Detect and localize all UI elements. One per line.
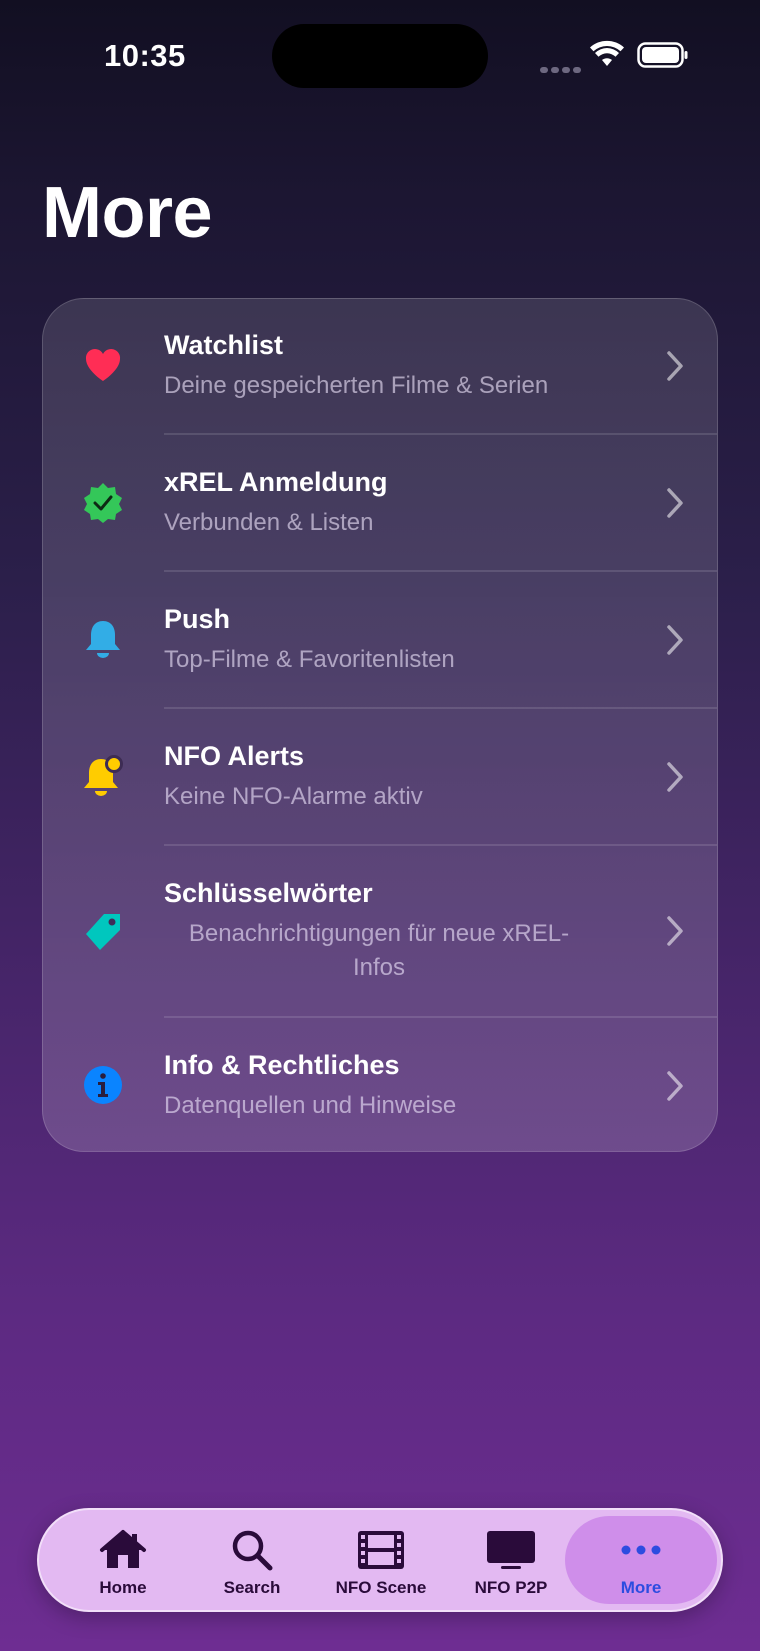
heart-icon (81, 343, 125, 387)
menu-item-title: NFO Alerts (164, 741, 305, 771)
menu-item-title: xREL Anmeldung (164, 467, 388, 497)
menu-item-title: Info & Rechtliches (164, 1050, 400, 1080)
tab-label: Search (223, 1578, 281, 1597)
menu-item-title: Watchlist (164, 330, 284, 360)
status-time: 10:35 (104, 38, 186, 73)
menu-item-subtitle: Verbunden & Listen (164, 509, 374, 536)
menu-item-title: Schlüsselwörter (164, 878, 373, 908)
menu-item-subtitle: Deine gespeicherten Filme & Serien (164, 372, 549, 399)
info-circle-icon (81, 1063, 125, 1107)
menu-item-watchlist[interactable]: Watchlist Deine gespeicherten Filme & Se… (43, 299, 717, 433)
menu-item-subtitle: Datenquellen und Hinweise (164, 1092, 457, 1119)
bell-badge-icon (81, 754, 125, 798)
checkmark-seal-icon (81, 481, 125, 525)
status-bar: 10:35 (0, 0, 760, 110)
tag-icon (81, 909, 125, 953)
menu-item-push[interactable]: Push Top-Filme & Favoritenlisten (43, 572, 717, 707)
house-icon (58, 1528, 188, 1572)
menu-item-subtitle: Top-Filme & Favoritenlisten (164, 646, 455, 673)
menu-item-info-legal[interactable]: Info & Rechtliches Datenquellen und Hinw… (43, 1018, 717, 1151)
chevron-right-icon (667, 625, 683, 655)
chevron-right-icon (667, 488, 683, 518)
tab-home[interactable]: Home (58, 1510, 188, 1610)
chevron-right-icon (667, 351, 683, 381)
menu-card: Watchlist Deine gespeicherten Filme & Se… (42, 298, 718, 1152)
chevron-right-icon (667, 762, 683, 792)
dynamic-island (272, 24, 488, 88)
tab-label: More (620, 1578, 662, 1597)
tab-label: NFO P2P (474, 1578, 548, 1597)
film-icon (316, 1528, 446, 1572)
menu-item-subtitle: Benachrichtigungen für neue xREL-Infos (188, 920, 570, 981)
chevron-right-icon (667, 916, 683, 946)
tab-bar: Home Search NFO Scene NFO P2P More (37, 1508, 723, 1612)
wifi-icon (590, 40, 624, 66)
ellipsis-icon (576, 1528, 706, 1572)
menu-item-title: Push (164, 604, 231, 634)
menu-item-nfo-alerts[interactable]: NFO Alerts Keine NFO-Alarme aktiv (43, 709, 717, 844)
bell-icon (81, 617, 125, 661)
menu-item-subtitle: Keine NFO-Alarme aktiv (164, 783, 423, 810)
menu-item-keywords[interactable]: Schlüsselwörter Benachrichtigungen für n… (43, 846, 717, 1016)
tab-nfo-p2p[interactable]: NFO P2P (446, 1510, 576, 1610)
tv-icon (446, 1528, 576, 1572)
magnifier-icon (187, 1528, 317, 1572)
chevron-right-icon (667, 1071, 683, 1101)
tab-label: NFO Scene (335, 1578, 427, 1597)
battery-icon (637, 42, 688, 68)
tab-search[interactable]: Search (187, 1510, 317, 1610)
menu-item-xrel-login[interactable]: xREL Anmeldung Verbunden & Listen (43, 435, 717, 570)
tab-label: Home (99, 1578, 147, 1597)
page-title: More (42, 173, 213, 253)
tab-nfo-scene[interactable]: NFO Scene (316, 1510, 446, 1610)
signal-dots-icon (540, 60, 584, 78)
tab-more[interactable]: More (576, 1510, 706, 1610)
